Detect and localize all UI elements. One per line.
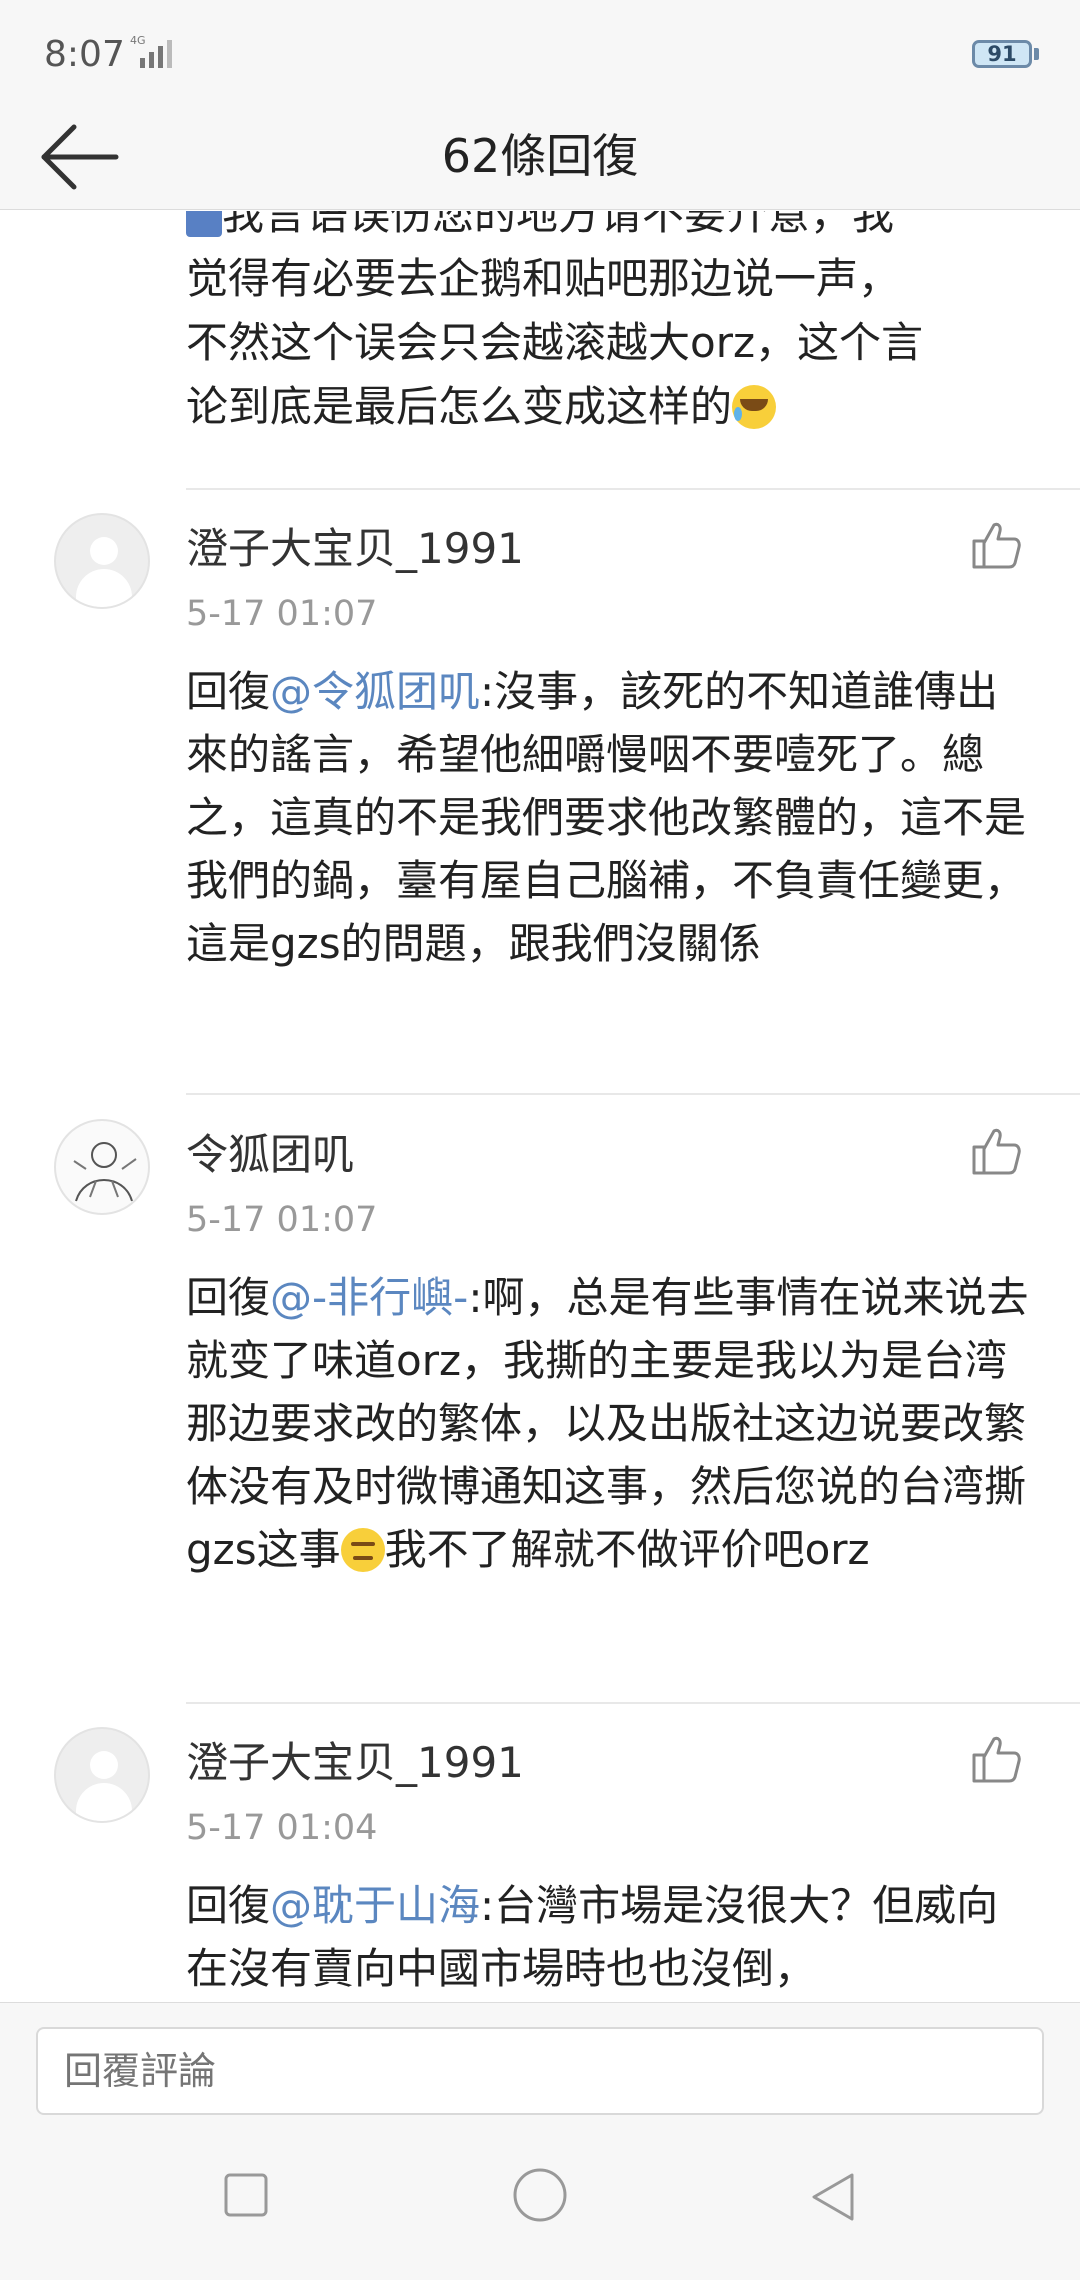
comment-time: 5-17 01:04 [186, 1808, 378, 1848]
reply-input[interactable] [36, 2027, 1044, 2115]
battery-icon: 91 [972, 40, 1032, 68]
smirk-emoji-icon [340, 1528, 385, 1572]
avatar-head [90, 1751, 118, 1779]
divider [186, 488, 1080, 490]
thumbs-up-icon[interactable] [968, 1731, 1024, 1787]
divider [186, 1093, 1080, 1095]
mention-link[interactable]: @-非行嶼- [270, 1273, 468, 1322]
circle-icon[interactable] [512, 2167, 568, 2223]
reply-prefix: 回復 [186, 1881, 271, 1930]
square-icon[interactable] [222, 2171, 270, 2219]
avatar-body [76, 569, 132, 607]
comment-username[interactable]: 澄子大宝贝_1991 [186, 1729, 524, 1790]
thumbs-up-icon[interactable] [968, 1123, 1024, 1179]
reply-prefix: 回復 [186, 1273, 271, 1322]
divider [186, 1702, 1080, 1704]
mention-link[interactable]: @令狐团叽 [270, 667, 480, 716]
reply-prefix: 回復 [186, 667, 271, 716]
status-bar: 8:07 4G 91 [0, 0, 1080, 104]
comment-username[interactable]: 令狐团叽 [186, 1121, 354, 1182]
arrow-left-icon[interactable] [36, 116, 128, 198]
avatar[interactable] [54, 513, 150, 609]
triangle-back-icon[interactable] [808, 2171, 858, 2223]
comment-list[interactable]: 我言语误伤您的地方请不要介意，我 觉得有必要去企鹅和贴吧那边说一声， 不然这个误… [0, 211, 1080, 2001]
signal-icon: 4G [130, 34, 172, 68]
page-title: 62條回復 [441, 129, 639, 183]
status-time: 8:07 [44, 34, 125, 75]
avatar[interactable] [54, 1727, 150, 1823]
figure-emoji-icon [186, 211, 222, 237]
thumbs-up-icon[interactable] [968, 517, 1024, 573]
comment-username[interactable]: 澄子大宝贝_1991 [186, 515, 524, 576]
partial-line-3: 不然这个误会只会越滚越大orz，这个言 [186, 318, 924, 367]
partial-line-1: 我言语误伤您的地方请不要介意，我 [222, 211, 895, 239]
comment-time: 5-17 01:07 [186, 594, 378, 634]
partial-comment-text: 我言语误伤您的地方请不要介意，我 觉得有必要去企鹅和贴吧那边说一声， 不然这个误… [186, 211, 1026, 439]
comment-text: 回復@-非行嶼-:啊，总是有些事情在说来说去就变了味道orz，我撕的主要是我以为… [186, 1266, 1032, 1581]
battery-tip [1034, 48, 1039, 60]
partial-line-4: 论到底是最后怎么变成这样的 [186, 382, 733, 431]
mention-link[interactable]: @耽于山海 [270, 1881, 480, 1930]
battery-level: 91 [987, 42, 1017, 66]
avatar-body [76, 1783, 132, 1821]
comment-time: 5-17 01:07 [186, 1200, 378, 1240]
comment-text: 回復@令狐团叽:沒事，該死的不知道誰傳出來的謠言，希望他細嚼慢咽不要噎死了。總之… [186, 660, 1032, 975]
crying-laughing-emoji-icon [732, 385, 777, 429]
partial-line-2: 觉得有必要去企鹅和贴吧那边说一声， [186, 254, 901, 303]
comment-text: 回復@耽于山海:台灣市場是沒很大？但威向在沒有賣向中國市場時也也沒倒， [186, 1874, 1032, 2000]
bottom-bar [0, 2002, 1080, 2280]
network-type: 4G [130, 34, 146, 47]
comment-body-after: 我不了解就不做评价吧orz [384, 1525, 870, 1574]
top-bar: 62條回復 [0, 104, 1080, 210]
avatar-head [90, 537, 118, 565]
sketch-avatar-drawing [73, 1142, 137, 1202]
avatar[interactable] [54, 1119, 150, 1215]
